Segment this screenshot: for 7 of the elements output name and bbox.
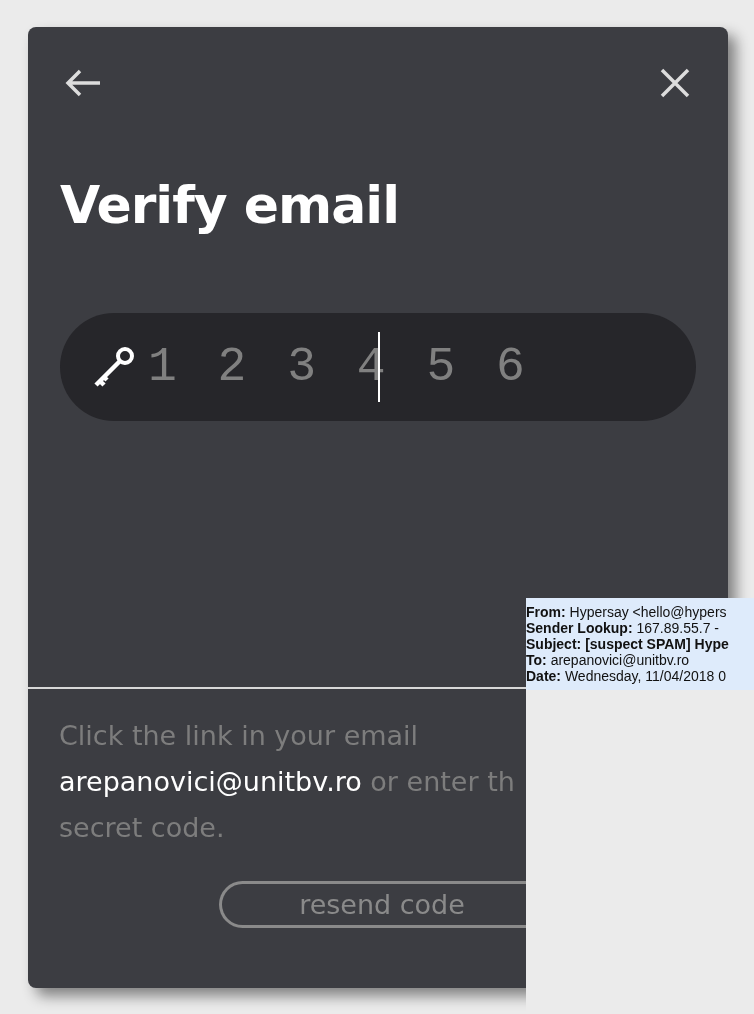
key-icon <box>92 345 136 389</box>
dialog-title: Verify email <box>60 175 400 235</box>
back-button[interactable] <box>64 68 102 98</box>
instruction-text: Click the link in your email arepanovici@unitbv.ro or enter th secret code. <box>59 719 516 845</box>
resend-code-button[interactable]: resend code <box>219 881 526 928</box>
email-header: From: Hypersay <hello@hypers Sender Lookup: 167.89.55.7 - Subject: [suspect SPAM] Hype To: arepanovici@unitbv.ro Date: Wednesday, 11/04/2018 0 <box>526 598 754 690</box>
close-button[interactable] <box>660 68 690 98</box>
